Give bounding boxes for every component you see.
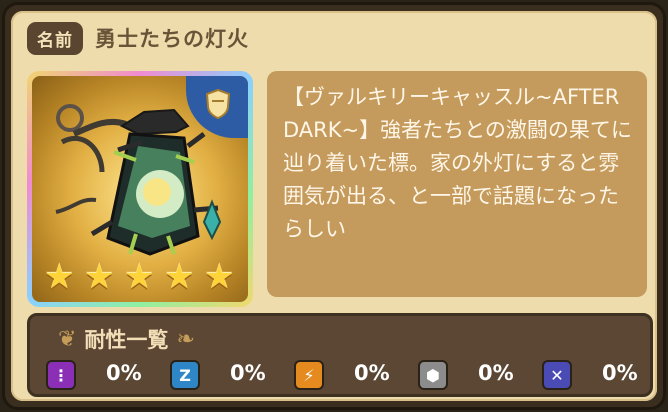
resistance-item: ⋮ 0%	[46, 360, 142, 390]
resistance-value: 0%	[602, 361, 638, 385]
resistance-list: ⋮ 0% Z 0% ⚡ 0% ⬢ 0% ✕ 0%	[46, 360, 638, 392]
item-description: 【ヴァルキリーキャッスル~AFTER DARK~】強者たちとの激闘の果てに辿り着…	[267, 71, 647, 297]
item-card[interactable]: ★ ★ ★ ★ ★	[27, 71, 253, 307]
lightning-icon: ⚡	[294, 360, 324, 390]
gear-icon: ⬢	[418, 360, 448, 390]
rarity-star: ★	[124, 257, 155, 297]
resistance-panel: ❦ 耐性一覧 ❧ ⋮ 0% Z 0% ⚡ 0% ⬢ 0% ✕ 0%	[27, 313, 653, 397]
resistance-value: 0%	[478, 361, 514, 385]
item-name: 勇士たちの灯火	[95, 27, 249, 51]
flourish-left-icon: ❦	[58, 326, 77, 352]
rarity-star: ★	[164, 257, 195, 297]
item-card-inner: ★ ★ ★ ★ ★	[32, 76, 248, 302]
resistance-item: ⚡ 0%	[294, 360, 390, 390]
shield-icon	[205, 88, 231, 120]
rarity-star: ★	[204, 257, 235, 297]
flourish-right-icon: ❧	[176, 326, 195, 352]
resistance-value: 0%	[354, 361, 390, 385]
resistance-item: ✕ 0%	[542, 360, 638, 390]
poison-icon: ⋮	[46, 360, 76, 390]
rarity-star: ★	[44, 257, 75, 297]
sleep-icon: Z	[170, 360, 200, 390]
close-icon: ✕	[542, 360, 572, 390]
resistance-item: ⬢ 0%	[418, 360, 514, 390]
resistance-title-row: ❦ 耐性一覧 ❧	[50, 324, 203, 354]
resistance-value: 0%	[106, 361, 142, 385]
resistance-title: 耐性一覧	[84, 328, 169, 352]
resistance-item: Z 0%	[170, 360, 266, 390]
rarity-stars: ★ ★ ★ ★ ★	[44, 260, 238, 294]
item-detail-panel: 名前 勇士たちの灯火 ★ ★ ★ ★ ★ 【ヴァルキリーキャッスル~AFTER …	[11, 11, 657, 401]
item-detail-frame: 名前 勇士たちの灯火 ★ ★ ★ ★ ★ 【ヴァルキリーキャッスル~AFTER …	[2, 2, 666, 410]
rarity-star: ★	[84, 257, 115, 297]
name-row: 名前 勇士たちの灯火	[27, 21, 249, 55]
resistance-value: 0%	[230, 361, 266, 385]
name-tag: 名前	[27, 21, 83, 55]
